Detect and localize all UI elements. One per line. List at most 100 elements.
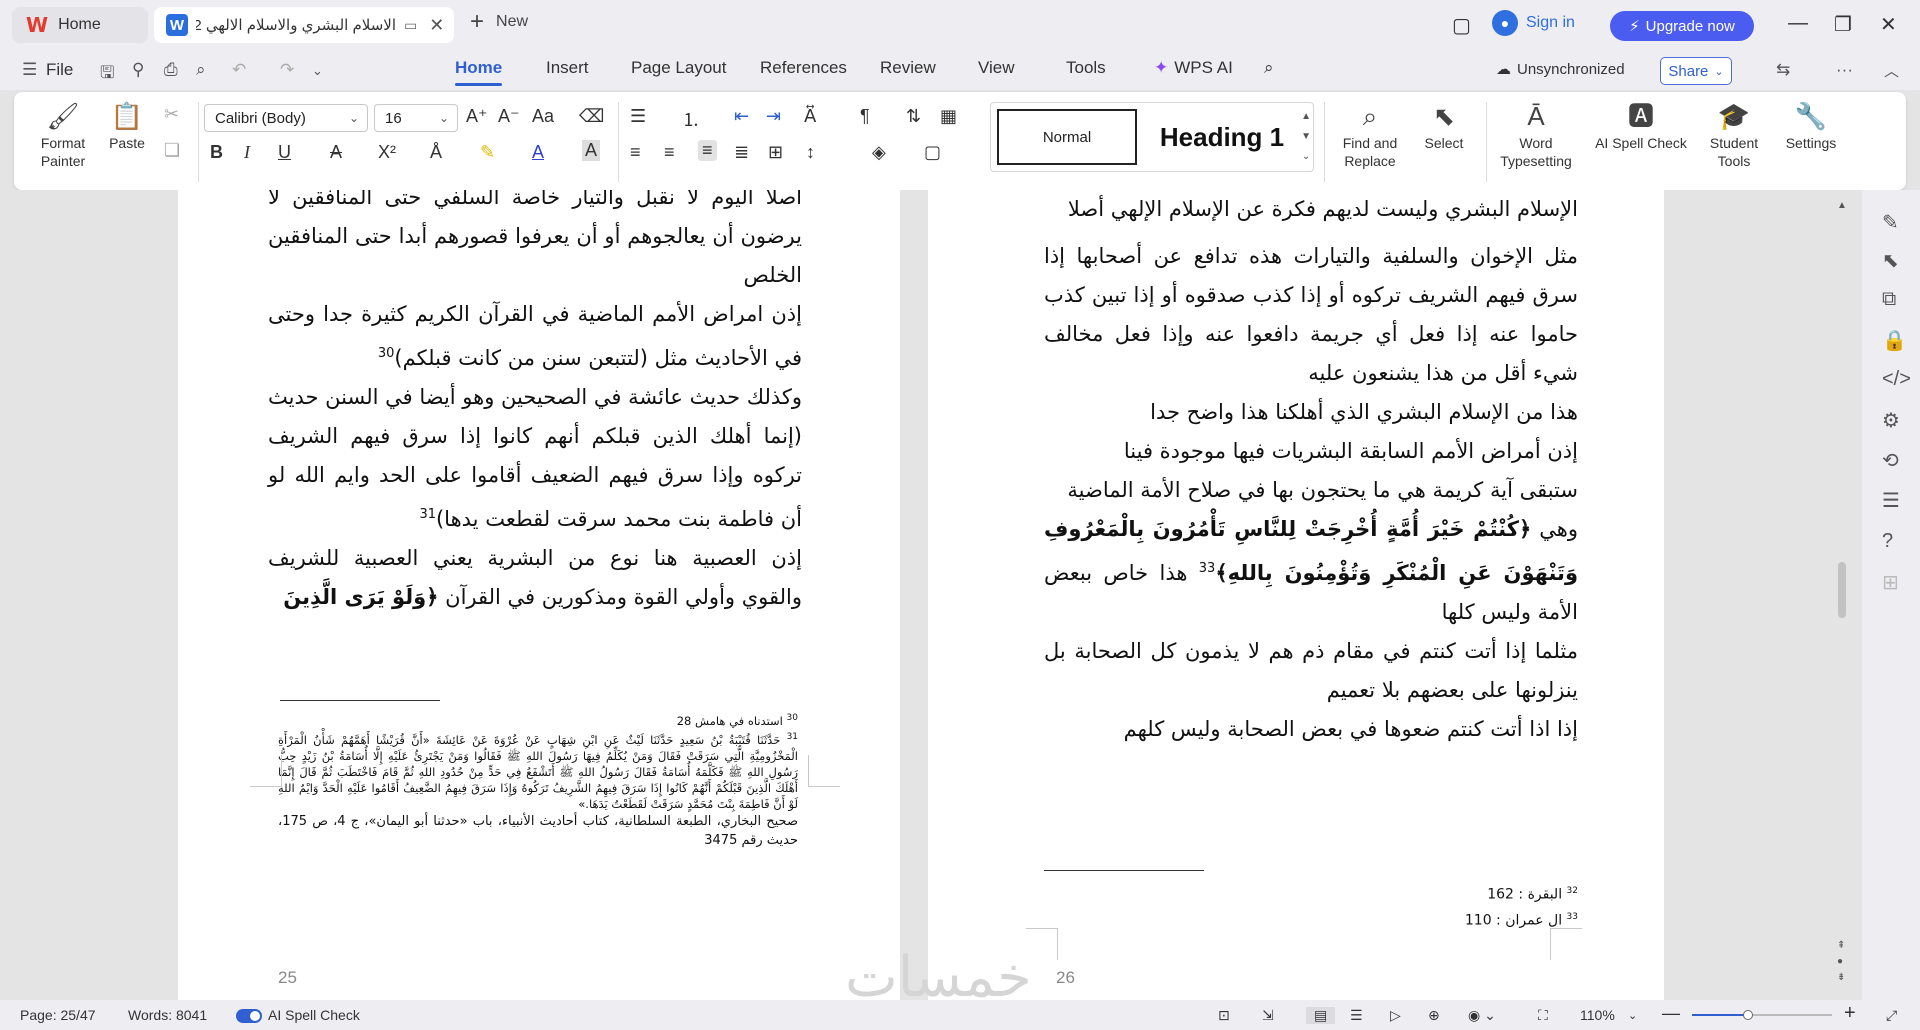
superscript-icon[interactable]: X² (378, 142, 396, 163)
help-icon[interactable]: ? (1882, 530, 1893, 553)
paste-button[interactable]: 📋 Paste (98, 98, 156, 152)
bold-icon[interactable]: B (210, 142, 223, 163)
tab-menu-view[interactable]: View (978, 58, 1015, 78)
font-color-icon[interactable]: A (532, 142, 544, 163)
grow-font-icon[interactable]: A⁺ (466, 106, 488, 127)
close-tab-icon[interactable]: ✕ (429, 15, 444, 36)
strikethrough-icon[interactable]: A (330, 142, 342, 163)
zoom-out-icon[interactable]: — (1662, 1003, 1680, 1024)
tab-menu-page-layout[interactable]: Page Layout (631, 58, 726, 78)
select-browse-icon[interactable]: ● (1837, 956, 1843, 967)
sliders-icon[interactable]: ⚙ (1882, 408, 1900, 433)
highlight-icon[interactable]: ✎ (480, 142, 495, 163)
collapse-ribbon-icon[interactable]: ︿ (1884, 60, 1899, 81)
page-25-body[interactable]: أصلا اليوم لا نقبل والتيار خاصة السلفي ح… (268, 190, 802, 617)
sort-icon[interactable]: ⇅ (906, 106, 921, 127)
scroll-thumb[interactable] (1838, 562, 1846, 618)
tab-menu-references[interactable]: References (760, 58, 847, 78)
clear-format-icon[interactable]: ⌫ (579, 106, 604, 127)
tab-menu-insert[interactable]: Insert (546, 58, 589, 78)
borders-icon[interactable]: ▢ (924, 142, 941, 163)
italic-icon[interactable]: I (244, 142, 250, 163)
asian-layout-icon[interactable]: A⃡ (804, 106, 816, 127)
eye-protection-icon[interactable]: ◉ ⌄ (1468, 1007, 1496, 1024)
style-heading-1[interactable]: Heading 1 (1147, 109, 1297, 165)
prev-page-icon[interactable]: ⇞ (1837, 940, 1845, 951)
select-button[interactable]: ⬉ Select (1412, 98, 1476, 152)
select-cursor-icon[interactable]: ⬉ (1882, 248, 1899, 273)
vertical-scrollbar[interactable]: ▲ ⇞ ● ⇟ (1836, 190, 1850, 1000)
minimize-icon[interactable]: — (1788, 12, 1808, 35)
align-center-icon[interactable]: ≡ (664, 142, 675, 163)
bullets-icon[interactable]: ☰ (630, 106, 646, 127)
student-tools-button[interactable]: 🎓 Student Tools (1700, 98, 1768, 170)
outline-icon[interactable]: ☰ (1882, 488, 1900, 513)
styles-scroll[interactable]: ▲ ▼ ⌄ (1301, 107, 1311, 167)
settings-button[interactable]: 🔧 Settings (1774, 98, 1848, 152)
shading-icon[interactable]: ◈ (872, 142, 886, 163)
zoom-in-icon[interactable]: + (1844, 1002, 1856, 1025)
web-layout-icon[interactable]: ⊕ (1428, 1007, 1440, 1024)
sync-status[interactable]: ☁ Unsynchronized (1496, 60, 1625, 79)
copy-icon[interactable]: ❏ (164, 140, 180, 161)
next-page-icon[interactable]: ⇟ (1837, 972, 1845, 983)
format-painter-button[interactable]: 🖌 Format Painter (34, 98, 92, 170)
upgrade-button[interactable]: ⚡ Upgrade now (1610, 11, 1754, 41)
more-options-icon[interactable]: ··· (1836, 60, 1853, 80)
find-replace-button[interactable]: ⌕ Find and Replace (1334, 98, 1406, 170)
numbering-icon[interactable]: ⒈ (682, 106, 700, 132)
footnote-ref-33[interactable]: 33 (1199, 561, 1216, 576)
table-grid-icon[interactable]: ▦ (940, 106, 957, 127)
tab-home[interactable]: W Home (12, 7, 148, 43)
document-canvas[interactable]: أصلا اليوم لا نقبل والتيار خاصة السلفي ح… (0, 190, 1862, 1000)
print-icon[interactable]: ⎙ (164, 60, 178, 80)
line-spacing-icon[interactable]: ↕ (806, 142, 815, 163)
zoom-dropdown-icon[interactable]: ⌄ (1628, 1009, 1637, 1022)
new-tab-button[interactable]: + New (470, 10, 528, 34)
redo-icon[interactable]: ↷ (280, 60, 294, 80)
word-typesetting-button[interactable]: Ā Word Typesetting (1494, 98, 1578, 170)
fit-page-icon[interactable]: ⛶ (1538, 1007, 1548, 1024)
ai-spell-check-toggle[interactable]: AI Spell Check (236, 1007, 360, 1024)
cut-icon[interactable]: ✂ (164, 104, 179, 125)
outline-view-icon[interactable]: ☰ (1350, 1007, 1363, 1024)
tab-menu-wps-ai[interactable]: ✦ WPS AI (1154, 58, 1233, 78)
print-layout-view-icon[interactable]: ▤ (1306, 1007, 1336, 1024)
zoom-slider-knob[interactable] (1743, 1010, 1753, 1020)
page-26-footnotes[interactable]: 32 البقرة : 162 33 ال عمران : 110 (1408, 880, 1578, 931)
tab-menu-home[interactable]: Home (455, 58, 503, 86)
undo-icon[interactable]: ↶ (232, 60, 246, 80)
distributed-icon[interactable]: ⊞ (768, 142, 783, 163)
align-left-icon[interactable]: ≡ (630, 142, 641, 163)
history-icon[interactable]: ⟲ (1882, 448, 1899, 473)
tab-menu-review[interactable]: Review (880, 58, 936, 78)
save-icon[interactable]: 🖫 (100, 60, 114, 89)
expand-icon[interactable]: ⤢ (1886, 1007, 1897, 1024)
pen-icon[interactable]: ✎ (1882, 210, 1899, 235)
page-26[interactable]: الإسلام البشري وليست لديهم فكرة عن الإسل… (928, 190, 1664, 1000)
zoom-slider[interactable] (1692, 1010, 1832, 1020)
ai-spell-check-button[interactable]: 🅰 AI Spell Check (1586, 98, 1696, 152)
font-size-select[interactable]: 16 ⌄ (374, 104, 458, 132)
search-icon[interactable]: ⌕ (1264, 58, 1274, 78)
change-case-icon[interactable]: Aa (532, 106, 554, 127)
file-menu[interactable]: ☰ File (22, 60, 73, 80)
font-name-select[interactable]: Calibri (Body) ⌄ (204, 104, 368, 132)
translate-icon[interactable]: ⧉ (1882, 288, 1896, 311)
print-preview-icon[interactable]: ⌕ (196, 60, 206, 80)
collaboration-icon[interactable]: ⇆ (1776, 60, 1790, 80)
lock-icon[interactable]: 🔒 (1882, 328, 1907, 353)
export-icon[interactable]: ⇲ (1262, 1007, 1274, 1024)
increase-indent-icon[interactable]: ⇥ (766, 106, 781, 127)
tablet-mode-icon[interactable]: ▢ (1452, 13, 1471, 38)
sign-in-button[interactable]: ● Sign in (1492, 10, 1575, 36)
tab-menu-tools[interactable]: Tools (1066, 58, 1106, 78)
close-window-icon[interactable]: ✕ (1880, 12, 1897, 37)
play-icon[interactable]: ▷ (1390, 1007, 1401, 1024)
footnote-ref-30[interactable]: 30 (378, 346, 395, 361)
dictionary-icon[interactable]: ⊡ (1218, 1007, 1230, 1024)
word-count[interactable]: Words: 8041 (128, 1007, 207, 1023)
underline-icon[interactable]: U (278, 142, 291, 163)
page-indicator[interactable]: Page: 25/47 (20, 1007, 96, 1023)
share-button[interactable]: Share ⌄ (1660, 57, 1732, 85)
